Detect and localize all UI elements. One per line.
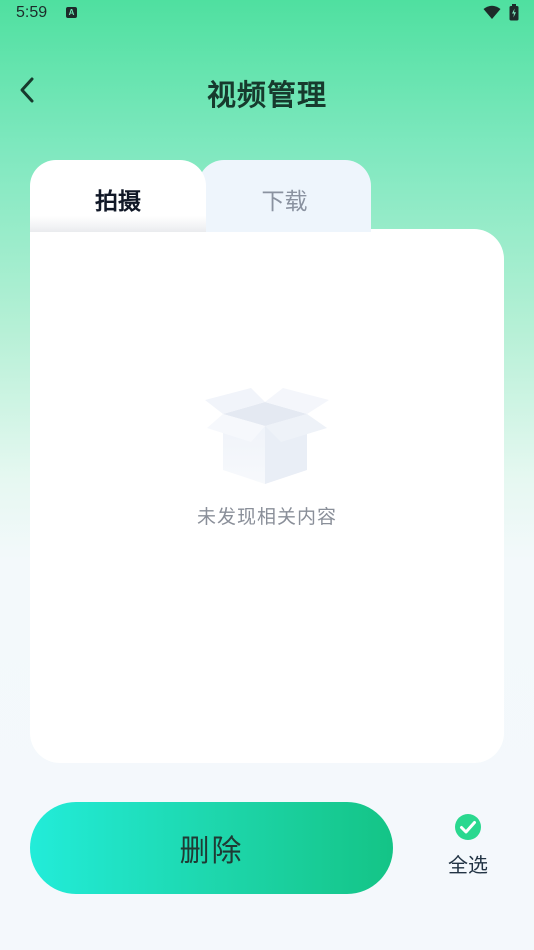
battery-icon: [509, 4, 519, 21]
empty-message: 未发现相关内容: [196, 506, 337, 528]
open-box-icon: [205, 388, 329, 484]
empty-state: 未发现相关内容: [30, 384, 504, 529]
status-bar: 5:59 A: [0, 0, 534, 30]
content-card: 未发现相关内容: [30, 229, 504, 763]
app-header: 视频管理: [0, 60, 534, 120]
tab-divider: [30, 216, 206, 232]
select-all-toggle[interactable]: 全选: [432, 813, 504, 878]
tab-label: 下载: [261, 189, 308, 215]
select-all-label: 全选: [448, 853, 488, 877]
checkmark-circle-icon: [455, 814, 481, 840]
page-title: 视频管理: [206, 78, 327, 112]
status-time: 5:59: [16, 4, 48, 21]
notification-icon: A: [66, 7, 77, 18]
wifi-icon: [483, 5, 501, 19]
tab-download[interactable]: 下载: [198, 160, 371, 232]
delete-button[interactable]: 删除: [30, 802, 393, 894]
tab-bar: 拍摄 下载: [30, 160, 504, 240]
